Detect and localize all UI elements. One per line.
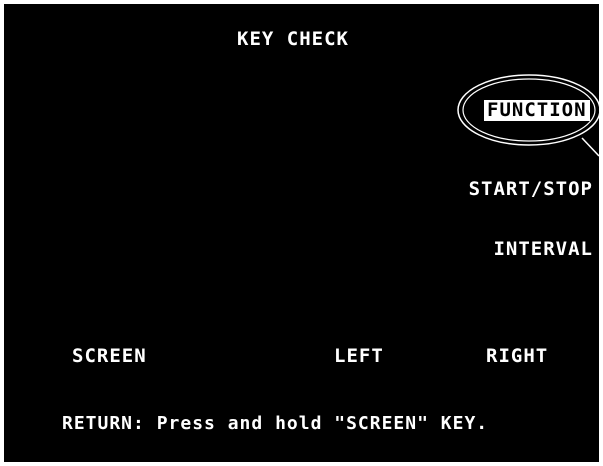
key-check-screen: KEY CHECK FUNCTION START/STOP INTERVAL S… (4, 4, 599, 462)
function-callout-ring (457, 74, 599, 157)
start-stop-key-label: START/STOP (468, 178, 593, 200)
screen-title: KEY CHECK (237, 28, 349, 50)
interval-key-label: INTERVAL (493, 238, 593, 260)
screen-key-label: SCREEN (72, 345, 147, 367)
function-key-label: FUNCTION (484, 100, 590, 121)
left-key-label: LEFT (334, 345, 384, 367)
return-instruction: RETURN: Press and hold "SCREEN" KEY. (62, 413, 489, 434)
right-key-label: RIGHT (486, 345, 549, 367)
